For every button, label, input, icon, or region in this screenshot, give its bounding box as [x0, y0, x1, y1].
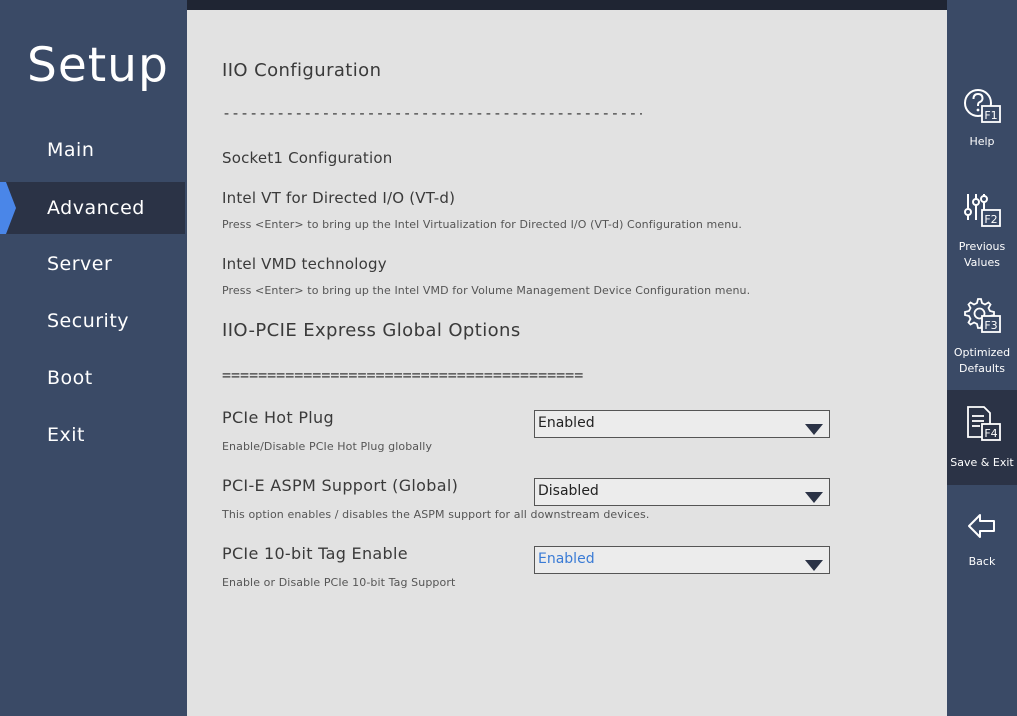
- select-value: Enabled: [538, 415, 595, 431]
- nav-item-main[interactable]: Main: [0, 124, 185, 176]
- pcie-hot-plug-label: PCIe Hot Plug: [222, 408, 334, 427]
- dropdown-caret-icon: [805, 419, 823, 444]
- back-button[interactable]: Back: [947, 510, 1017, 572]
- global-options-title: IIO-PCIE Express Global Options: [222, 320, 521, 341]
- help-button[interactable]: F1 Help: [947, 86, 1017, 156]
- fn-label: Help: [969, 135, 995, 148]
- function-key-panel: F1 Help F2 Previous Values F3 Optimized …: [947, 0, 1017, 716]
- socket1-configuration-link[interactable]: Socket1 Configuration: [222, 149, 392, 167]
- app-title: Setup: [27, 38, 169, 93]
- sliders-icon: F2: [947, 190, 1017, 230]
- pcie-hot-plug-help: Enable/Disable PCIe Hot Plug globally: [222, 440, 433, 453]
- nav-item-label: Advanced: [47, 197, 145, 219]
- pcie-hot-plug-select[interactable]: Enabled: [534, 410, 830, 438]
- fn-label: Defaults: [959, 362, 1005, 375]
- select-value: Disabled: [538, 483, 599, 499]
- optimized-defaults-button[interactable]: F3 Optimized Defaults: [947, 296, 1017, 380]
- nav-item-label: Server: [47, 253, 113, 275]
- nav-item-exit[interactable]: Exit: [0, 409, 185, 461]
- pcie-10bit-tag-label: PCIe 10-bit Tag Enable: [222, 544, 408, 563]
- vtd-help-text: Press <Enter> to bring up the Intel Virt…: [222, 218, 742, 231]
- vmd-menu-link[interactable]: Intel VMD technology: [222, 255, 387, 273]
- help-icon: F1: [947, 86, 1017, 126]
- fn-label: Optimized: [953, 346, 1011, 359]
- nav-item-label: Main: [47, 139, 95, 161]
- dash-divider: ----------------------------------------…: [222, 104, 642, 122]
- fn-key-text: F3: [984, 319, 997, 332]
- fn-key-text: F4: [984, 427, 997, 440]
- fn-label: Previous: [958, 240, 1006, 253]
- dropdown-caret-icon: [805, 487, 823, 512]
- pcie-10bit-tag-select[interactable]: Enabled: [534, 546, 830, 574]
- nav-item-label: Security: [47, 310, 130, 332]
- save-and-exit-button[interactable]: F4 Save & Exit: [947, 390, 1017, 485]
- back-arrow-icon: [947, 510, 1017, 542]
- nav-item-label: Exit: [47, 424, 85, 446]
- main-panel: IIO Configuration ----------------------…: [187, 10, 947, 716]
- nav-item-advanced[interactable]: Advanced: [0, 182, 185, 234]
- nav-item-boot[interactable]: Boot: [0, 352, 185, 404]
- active-marker-icon: [0, 182, 16, 234]
- pcie-10bit-tag-help: Enable or Disable PCIe 10-bit Tag Suppor…: [222, 576, 456, 589]
- aspm-support-select[interactable]: Disabled: [534, 478, 830, 506]
- dropdown-caret-icon: [805, 555, 823, 580]
- fn-label: Back: [968, 555, 996, 568]
- fn-label: Save & Exit: [950, 456, 1014, 469]
- aspm-support-help: This option enables / disables the ASPM …: [222, 508, 650, 521]
- vmd-help-text: Press <Enter> to bring up the Intel VMD …: [222, 284, 751, 297]
- save-document-icon: F4: [947, 404, 1017, 444]
- equals-divider: ========================================: [222, 366, 584, 384]
- fn-key-text: F1: [984, 109, 997, 122]
- previous-values-button[interactable]: F2 Previous Values: [947, 190, 1017, 274]
- top-bar: [187, 0, 947, 10]
- nav-item-security[interactable]: Security: [0, 295, 185, 347]
- nav-item-label: Boot: [47, 367, 93, 389]
- left-navigation: Setup Main Advanced Server Security Boot…: [0, 0, 187, 716]
- section-title: IIO Configuration: [222, 60, 382, 81]
- gear-icon: F3: [947, 296, 1017, 336]
- select-value: Enabled: [538, 551, 595, 567]
- fn-label: Values: [964, 256, 1000, 269]
- vtd-menu-link[interactable]: Intel VT for Directed I/O (VT-d): [222, 189, 455, 207]
- aspm-support-label: PCI-E ASPM Support (Global): [222, 476, 459, 495]
- nav-item-server[interactable]: Server: [0, 238, 185, 290]
- fn-key-text: F2: [984, 213, 997, 226]
